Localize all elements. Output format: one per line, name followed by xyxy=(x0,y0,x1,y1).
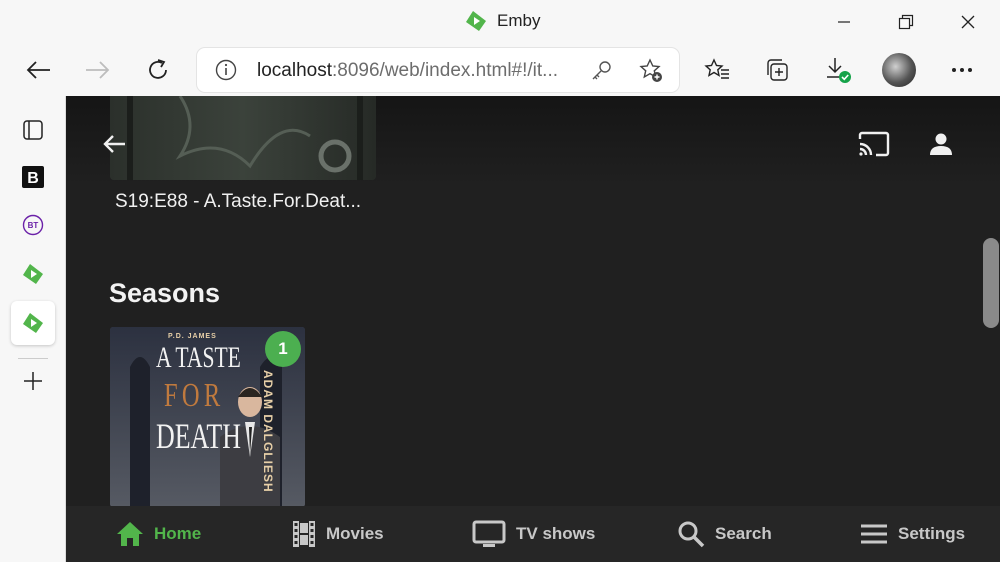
arrow-left-icon xyxy=(26,61,50,79)
scrollbar-thumb[interactable] xyxy=(983,238,999,328)
window-title: Emby xyxy=(497,11,541,30)
back-button[interactable] xyxy=(18,50,58,90)
downloads-button[interactable] xyxy=(818,50,858,90)
tv-icon xyxy=(472,520,506,547)
episode-title[interactable]: S19:E88 - A.Taste.For.Deat... xyxy=(115,191,361,213)
sidebar-emby-site-active[interactable] xyxy=(11,301,55,345)
episode-thumbnail[interactable] xyxy=(110,96,376,180)
close-button[interactable] xyxy=(948,8,988,36)
arrow-right-icon xyxy=(86,61,110,79)
tab-movies-label: Movies xyxy=(326,524,384,543)
sidebar-add-button[interactable] xyxy=(11,359,55,403)
address-bar[interactable]: localhost:8096/web/index.html#!/it... xyxy=(197,48,679,92)
refresh-button[interactable] xyxy=(138,50,178,90)
poster-side-text: ADAM DALGLIESH xyxy=(261,370,275,493)
svg-text:B: B xyxy=(27,170,39,187)
poster-title-line1: A TASTE xyxy=(156,341,241,374)
tab-home-label: Home xyxy=(154,524,202,543)
episode-thumbnail-image xyxy=(110,96,376,180)
more-button[interactable] xyxy=(942,50,982,90)
key-icon[interactable] xyxy=(590,60,612,82)
tab-tv-shows[interactable]: TV shows xyxy=(472,518,595,550)
film-icon xyxy=(293,521,315,547)
arrow-left-icon xyxy=(103,135,125,153)
browser-sidebar: B BT xyxy=(0,96,66,562)
bt-logo-icon: BT xyxy=(22,214,44,236)
cast-button[interactable] xyxy=(856,126,892,162)
emby-logo-icon xyxy=(466,11,486,31)
sidebar-emby-site[interactable] xyxy=(11,252,55,296)
back-arrow-button[interactable] xyxy=(96,126,132,162)
tab-tv-shows-label: TV shows xyxy=(516,524,596,543)
emby-logo-icon xyxy=(23,264,43,284)
tab-movies[interactable]: Movies xyxy=(292,518,384,550)
tab-settings-label: Settings xyxy=(898,524,966,543)
refresh-icon xyxy=(149,59,167,79)
tab-actions-icon xyxy=(23,120,43,140)
window-titlebar: Emby xyxy=(0,0,1000,44)
cast-icon xyxy=(858,131,890,157)
user-icon xyxy=(930,133,952,155)
profile-button[interactable] xyxy=(879,50,919,90)
download-icon xyxy=(827,58,851,83)
window-title-group: Emby xyxy=(465,10,540,32)
user-button[interactable] xyxy=(923,126,959,162)
collections-icon xyxy=(767,59,788,81)
emby-content: S19:E88 - A.Taste.For.Deat... Seasons P.… xyxy=(66,96,1000,562)
emby-logo-icon xyxy=(23,313,43,333)
more-horizontal-icon xyxy=(952,68,972,72)
sidebar-tabs-button[interactable] xyxy=(11,108,55,152)
bottom-tab-bar: Home Movies TV shows Search Settings xyxy=(66,506,1000,562)
bold-b-icon: B xyxy=(22,166,44,188)
browser-toolbar: localhost:8096/web/index.html#!/it... xyxy=(0,44,1000,96)
tab-settings[interactable]: Settings xyxy=(860,518,965,550)
address-path: :8096/web/index.html#!/it... xyxy=(332,60,559,81)
season-count-badge: 1 xyxy=(265,331,301,367)
seasons-heading: Seasons xyxy=(109,278,221,308)
restore-button[interactable] xyxy=(886,8,926,36)
search-icon xyxy=(678,521,705,548)
favorites-button[interactable] xyxy=(697,50,737,90)
plus-icon xyxy=(24,372,42,390)
collections-button[interactable] xyxy=(757,50,797,90)
tab-home[interactable]: Home xyxy=(116,518,201,550)
tab-search[interactable]: Search xyxy=(677,518,772,550)
minimize-button[interactable] xyxy=(824,8,864,36)
restore-icon xyxy=(898,14,914,30)
poster-title-line2: FOR xyxy=(164,377,225,414)
address-url[interactable]: localhost:8096/web/index.html#!/it... xyxy=(257,60,558,82)
forward-button[interactable] xyxy=(78,50,118,90)
address-host: localhost xyxy=(257,60,332,81)
avatar xyxy=(882,53,916,87)
home-icon xyxy=(117,522,143,546)
add-favorite-icon[interactable] xyxy=(638,58,664,84)
svg-text:BT: BT xyxy=(28,221,39,230)
menu-icon xyxy=(861,524,887,544)
minimize-icon xyxy=(838,21,850,23)
close-icon xyxy=(961,15,975,29)
sidebar-bt-site[interactable]: BT xyxy=(11,203,55,247)
poster-author: P.D. JAMES xyxy=(168,333,217,340)
tab-search-label: Search xyxy=(715,524,772,543)
info-icon[interactable] xyxy=(215,59,237,81)
sidebar-bold-site[interactable]: B xyxy=(11,155,55,199)
favorites-list-icon xyxy=(704,58,729,79)
poster-title-line3: DEATH xyxy=(156,416,241,456)
